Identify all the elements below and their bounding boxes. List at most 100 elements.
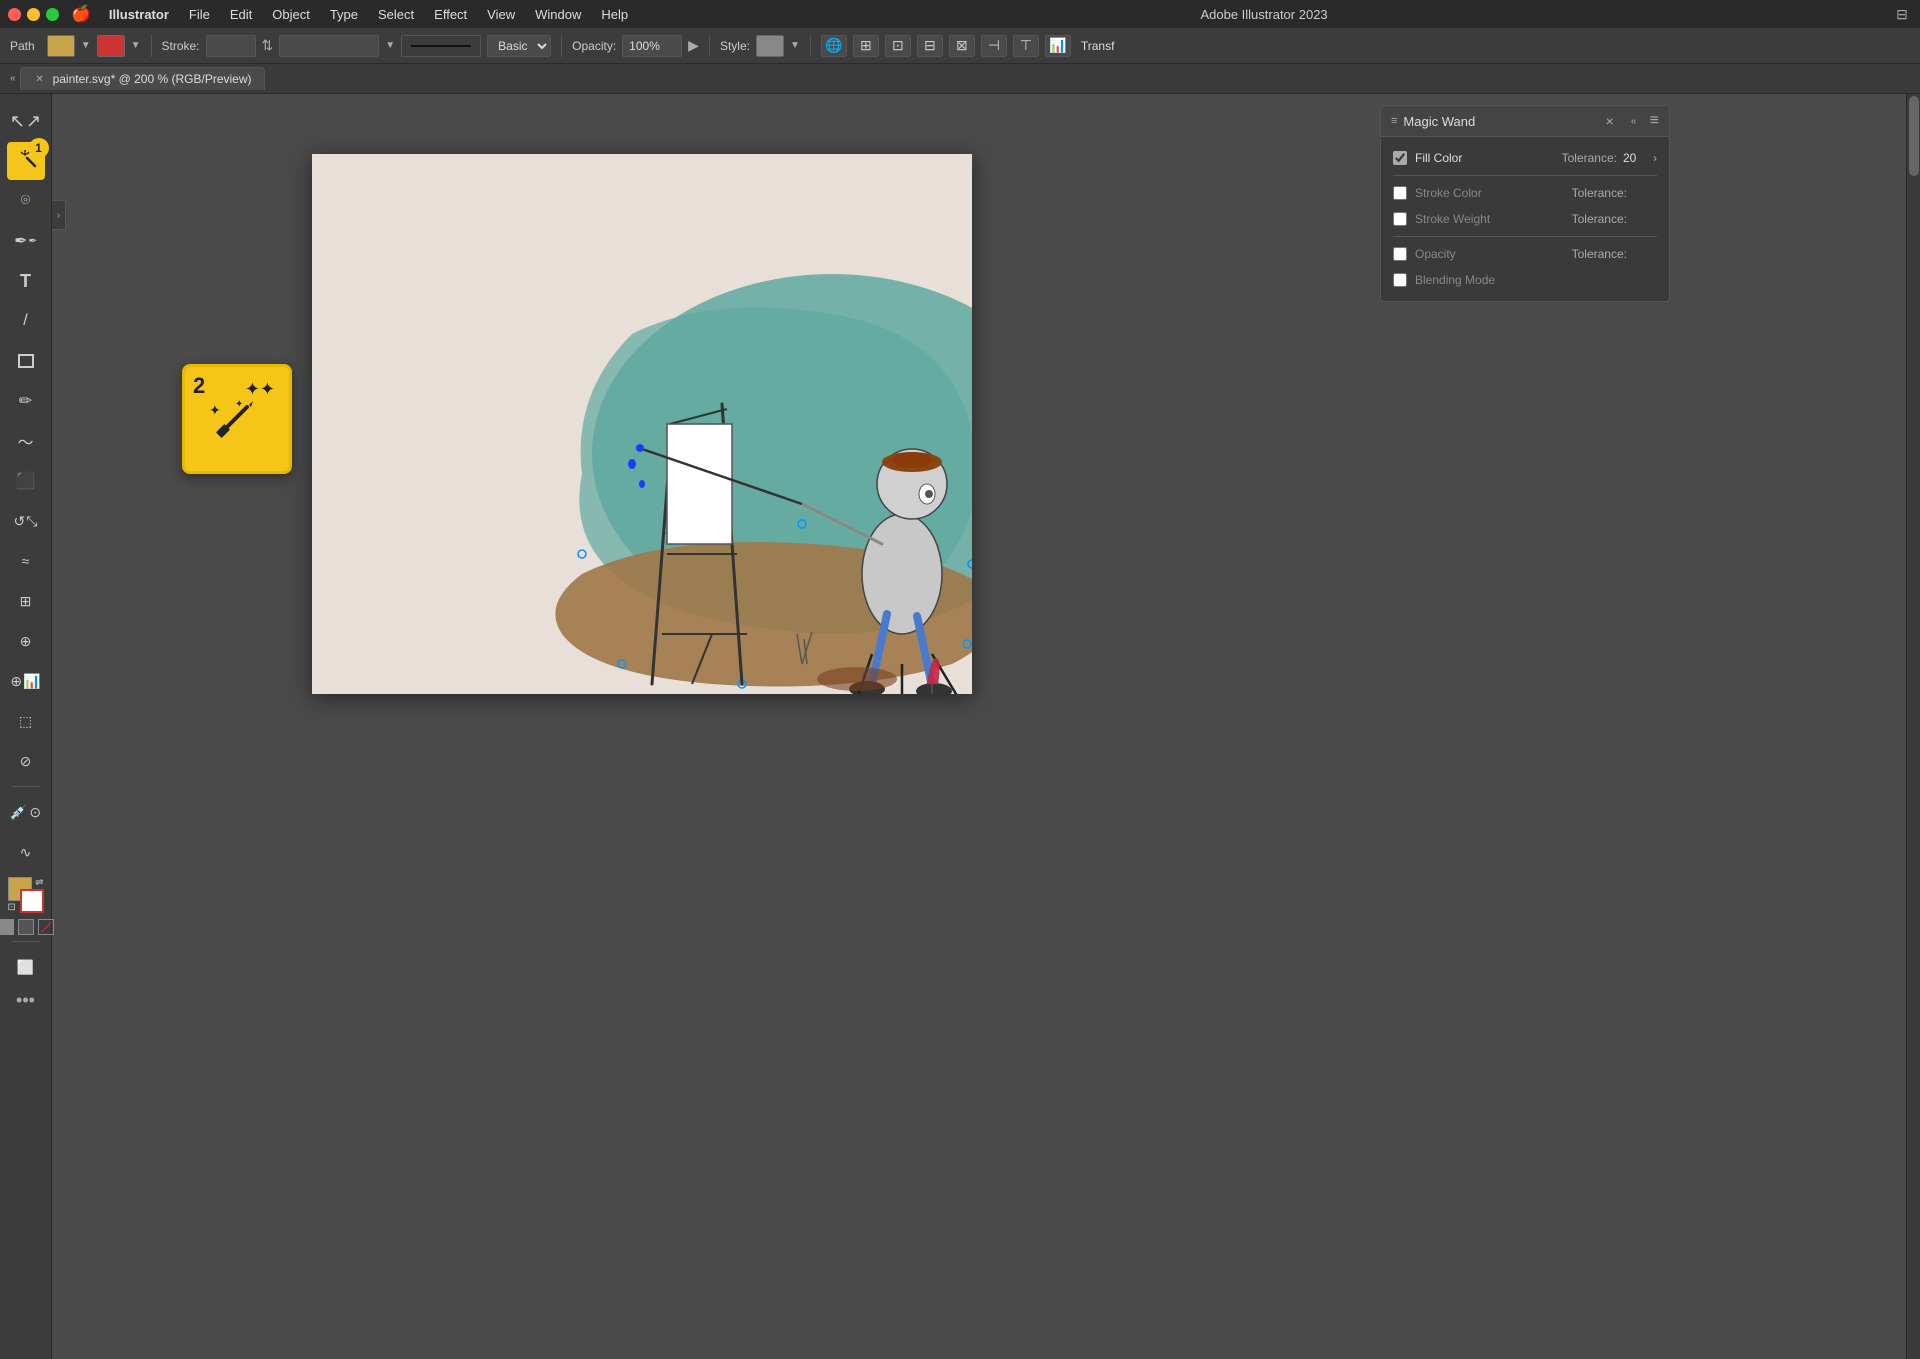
rect-tool-button[interactable] <box>7 342 45 380</box>
free-transform-button[interactable]: ⊞ <box>7 582 45 620</box>
opacity-expand[interactable]: ▶ <box>688 37 699 54</box>
artboard-tool-button[interactable]: ⬚ <box>7 702 45 740</box>
fill-color-swatch[interactable] <box>47 35 75 57</box>
lasso-tool-button[interactable]: ⌾ <box>7 182 45 220</box>
stroke-spinner[interactable]: ⇅ <box>262 37 274 54</box>
btn7[interactable]: 📊 <box>1045 35 1071 57</box>
stroke-value-input[interactable] <box>279 35 379 57</box>
blending-mode-checkbox[interactable] <box>1393 273 1407 287</box>
menu-item-help[interactable]: Help <box>593 5 636 24</box>
opacity-row[interactable]: Opacity Tolerance: <box>1381 241 1669 267</box>
left-toolbar: ↖ ↗ 1 ⌾ ✒ ✒ T / ✏ 〜 <box>0 94 52 1359</box>
panel-menu-button[interactable]: ≡ <box>1650 112 1659 130</box>
eyedropper-tool-button[interactable]: 💉 ⊙ <box>7 793 45 831</box>
stroke-dropdown-arrow[interactable]: ▼ <box>385 40 395 51</box>
stroke-color-swatch[interactable] <box>97 35 125 57</box>
menu-bar: 🍎 Illustrator File Edit Object Type Sele… <box>0 0 1920 28</box>
btn4[interactable]: ⊠ <box>949 35 975 57</box>
stroke-label: Stroke: <box>162 39 200 53</box>
shape-builder-button[interactable]: ⊕ <box>7 622 45 660</box>
fill-tolerance-arrow[interactable]: › <box>1653 151 1657 165</box>
notification-icon[interactable]: ⊟ <box>1892 4 1912 24</box>
tab-title: painter.svg* @ 200 % (RGB/Preview) <box>53 72 252 86</box>
align-icon-btn[interactable]: 🌐 <box>821 35 847 57</box>
left-panel-collapse[interactable]: › <box>52 200 66 230</box>
more-tools-button[interactable]: ••• <box>7 988 45 1012</box>
fill-color-row[interactable]: Fill Color Tolerance: 20 › <box>1381 145 1669 171</box>
artwork-svg <box>312 154 972 694</box>
screen-mode-button[interactable]: ⬜ <box>7 948 45 986</box>
separator-2 <box>1393 236 1657 237</box>
tab-close-button[interactable]: ✕ <box>33 72 47 86</box>
panel-title-row: ≡ Magic Wand <box>1391 114 1475 129</box>
panel-collapse-arrow[interactable]: « <box>10 73 16 84</box>
btn5[interactable]: ⊣ <box>981 35 1007 57</box>
line-tool-button[interactable]: / <box>7 302 45 340</box>
selection-tool-button[interactable]: ↖ ↗ <box>7 102 45 140</box>
menu-item-object[interactable]: Object <box>264 5 318 24</box>
menu-item-file[interactable]: File <box>181 5 218 24</box>
svg-text:✦: ✦ <box>209 402 221 418</box>
menu-item-select[interactable]: Select <box>370 5 422 24</box>
opacity-tolerance-section: Tolerance: <box>1572 247 1657 261</box>
brush-select[interactable]: Basic <box>487 35 551 57</box>
document-tab[interactable]: ✕ painter.svg* @ 200 % (RGB/Preview) <box>20 67 265 90</box>
menu-item-type[interactable]: Type <box>322 5 366 24</box>
panel-close-button[interactable]: × <box>1602 113 1618 129</box>
smooth-tool-button[interactable]: 〜 <box>7 422 45 460</box>
scrollbar-right[interactable] <box>1906 94 1920 1359</box>
maximize-window-button[interactable] <box>46 8 59 21</box>
btn6[interactable]: ⊤ <box>1013 35 1039 57</box>
stroke-weight-row[interactable]: Stroke Weight Tolerance: <box>1381 206 1669 232</box>
btn3[interactable]: ⊟ <box>917 35 943 57</box>
chart-tool-button[interactable]: ⊕ 📊 <box>7 662 45 700</box>
scroll-thumb[interactable] <box>1909 96 1919 176</box>
blending-mode-label: Blending Mode <box>1415 273 1657 287</box>
pencil-tool-button[interactable]: ✏ <box>7 382 45 420</box>
stroke-input[interactable] <box>206 35 256 57</box>
panel-header: ≡ Magic Wand × « ≡ <box>1381 106 1669 137</box>
opacity-label: Opacity: <box>572 39 616 53</box>
close-window-button[interactable] <box>8 8 21 21</box>
rotate-tool-button[interactable]: ↺ ⤡ <box>7 502 45 540</box>
opacity-checkbox[interactable] <box>1393 247 1407 261</box>
menu-item-illustrator[interactable]: Illustrator <box>101 5 177 24</box>
eraser-tool-button[interactable]: ⬛ <box>7 462 45 500</box>
slice-tool-button[interactable]: ⊘ <box>7 742 45 780</box>
swap-colors-icon[interactable]: ⇌ <box>35 877 43 888</box>
opacity-input[interactable] <box>622 35 682 57</box>
warp-tool-button[interactable]: ≈ <box>7 542 45 580</box>
smooth-icon: 〜 <box>17 429 33 453</box>
fill-color-checkbox[interactable] <box>1393 151 1407 165</box>
menu-item-window[interactable]: Window <box>527 5 589 24</box>
stroke-mode-box[interactable] <box>18 919 34 935</box>
apple-menu-icon[interactable]: 🍎 <box>71 4 91 24</box>
default-colors-icon[interactable]: ⊡ <box>8 902 16 913</box>
pen-tool-button[interactable]: ✒ ✒ <box>7 222 45 260</box>
rotate-icon: ↺ <box>14 513 26 530</box>
blending-mode-row[interactable]: Blending Mode <box>1381 267 1669 293</box>
stroke-color-row[interactable]: Stroke Color Tolerance: <box>1381 180 1669 206</box>
style-dropdown[interactable]: ▼ <box>790 40 800 51</box>
path-label: Path <box>10 39 35 53</box>
style-swatch[interactable] <box>756 35 784 57</box>
menu-item-edit[interactable]: Edit <box>222 5 260 24</box>
magic-wand-tool-button[interactable]: 1 <box>7 142 45 180</box>
none-mode-box[interactable] <box>38 919 54 935</box>
menu-item-effect[interactable]: Effect <box>426 5 475 24</box>
minimize-window-button[interactable] <box>27 8 40 21</box>
panel-collapse-button[interactable]: « <box>1626 113 1642 129</box>
btn2[interactable]: ⊡ <box>885 35 911 57</box>
btn1[interactable]: ⊞ <box>853 35 879 57</box>
fill-color-label: Fill Color <box>1415 151 1554 165</box>
text-tool-button[interactable]: T <box>7 262 45 300</box>
stroke-weight-checkbox[interactable] <box>1393 212 1407 226</box>
blend-tool-button[interactable]: ∿ <box>7 833 45 871</box>
magic-wand-panel: ≡ Magic Wand × « ≡ Fill Color Tolerance:… <box>1380 105 1670 302</box>
stroke-color-checkbox[interactable] <box>1393 186 1407 200</box>
stroke-color-box[interactable] <box>20 889 44 913</box>
panel-title: Magic Wand <box>1403 114 1475 129</box>
menu-item-view[interactable]: View <box>479 5 523 24</box>
fill-mode-box[interactable] <box>0 919 14 935</box>
chart-icon: ⊕ <box>10 673 22 690</box>
